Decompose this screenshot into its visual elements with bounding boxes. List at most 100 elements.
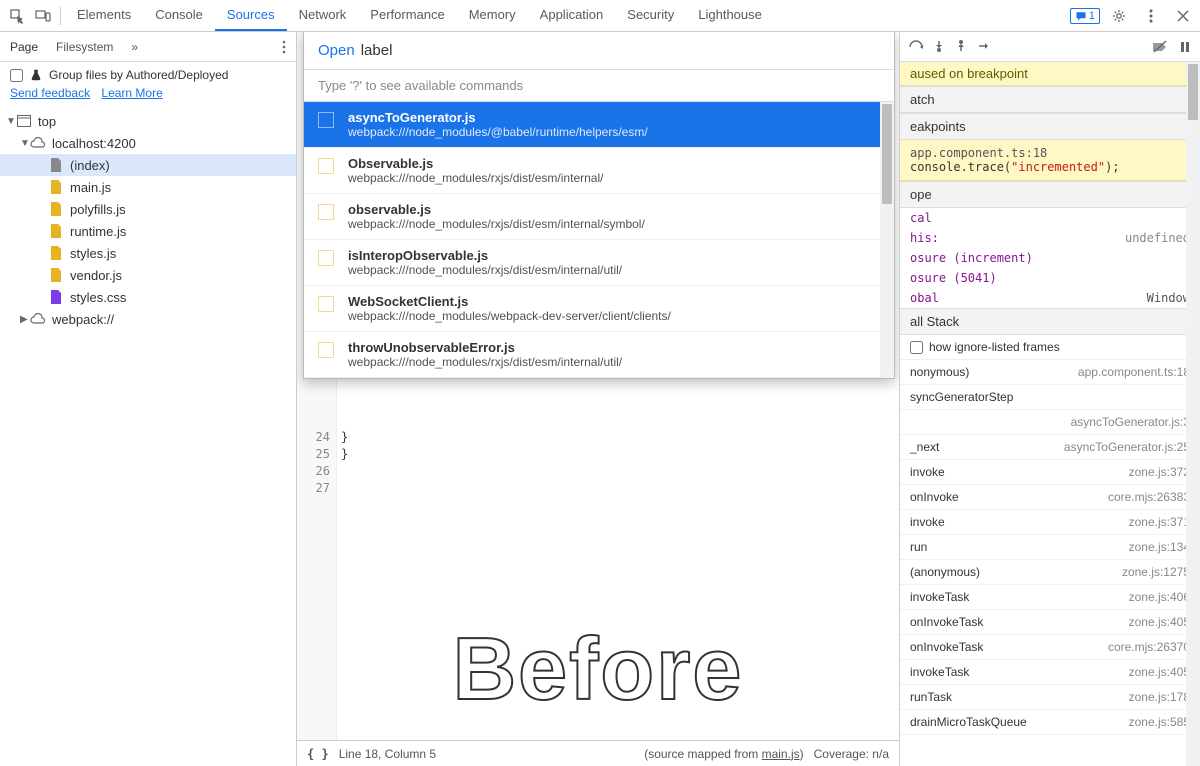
- tree-file[interactable]: polyfills.js: [0, 198, 296, 220]
- command-menu-scrollbar-thumb[interactable]: [882, 104, 892, 204]
- source-map-info: (source mapped from main.js): [644, 747, 803, 761]
- tab-security[interactable]: Security: [615, 0, 686, 31]
- pretty-print-button[interactable]: { }: [307, 747, 329, 761]
- tab-lighthouse[interactable]: Lighthouse: [686, 0, 774, 31]
- group-files-label: Group files by Authored/Deployed: [49, 68, 228, 82]
- pause-exceptions-icon[interactable]: [1178, 40, 1192, 54]
- learn-more-link[interactable]: Learn More: [101, 86, 162, 100]
- right-scrollbar-thumb[interactable]: [1188, 64, 1198, 120]
- stack-frame[interactable]: onInvokeTaskcore.mjs:26370: [900, 635, 1200, 660]
- inspect-element-icon[interactable]: [4, 3, 30, 29]
- messages-count: 1: [1089, 10, 1095, 22]
- file-icon: [48, 245, 64, 261]
- stack-frame[interactable]: invokezone.js:372: [900, 460, 1200, 485]
- tab-elements[interactable]: Elements: [65, 0, 143, 31]
- command-menu-input[interactable]: [361, 42, 880, 59]
- scope-section[interactable]: ope: [900, 181, 1200, 208]
- tree-file[interactable]: vendor.js: [0, 264, 296, 286]
- breakpoint-item[interactable]: app.component.ts:18 console.trace("incre…: [900, 140, 1200, 181]
- group-files-checkbox[interactable]: [10, 69, 23, 82]
- file-icon: [48, 289, 64, 305]
- stack-frame[interactable]: onInvokeTaskzone.js:405: [900, 610, 1200, 635]
- stack-frame[interactable]: runzone.js:134: [900, 535, 1200, 560]
- code-editor[interactable]: 24252627 }} Open Type '?' to see availab…: [297, 32, 899, 740]
- tree-file[interactable]: (index): [0, 154, 296, 176]
- tabs-container: ElementsConsoleSourcesNetworkPerformance…: [65, 0, 774, 31]
- navigator-pane: Page Filesystem » Group files by Authore…: [0, 32, 297, 766]
- more-icon[interactable]: [1138, 3, 1164, 29]
- send-feedback-link[interactable]: Send feedback: [10, 86, 90, 100]
- right-scrollbar[interactable]: [1186, 62, 1200, 766]
- command-menu-item[interactable]: observable.jswebpack:///node_modules/rxj…: [304, 194, 894, 240]
- command-menu-item[interactable]: asyncToGenerator.jswebpack:///node_modul…: [304, 102, 894, 148]
- stack-frame[interactable]: invokezone.js:371: [900, 510, 1200, 535]
- stack-frame[interactable]: onInvokecore.mjs:26383: [900, 485, 1200, 510]
- stack-frame[interactable]: _nextasyncToGenerator.js:25: [900, 435, 1200, 460]
- paused-banner: aused on breakpoint: [900, 62, 1200, 86]
- tab-sources[interactable]: Sources: [215, 0, 287, 31]
- command-menu-item[interactable]: isInteropObservable.jswebpack:///node_mo…: [304, 240, 894, 286]
- step-out-icon[interactable]: [976, 39, 990, 55]
- command-menu-item[interactable]: throwUnobservableError.jswebpack:///node…: [304, 332, 894, 378]
- file-icon: [318, 112, 334, 128]
- tree-file[interactable]: runtime.js: [0, 220, 296, 242]
- command-menu-prefix: Open: [318, 42, 355, 59]
- stack-frame[interactable]: drainMicroTaskQueuezone.js:585: [900, 710, 1200, 735]
- device-toggle-icon[interactable]: [30, 3, 56, 29]
- close-icon[interactable]: [1170, 3, 1196, 29]
- show-ignore-listed[interactable]: how ignore-listed frames: [900, 335, 1200, 360]
- stack-frame[interactable]: runTaskzone.js:178: [900, 685, 1200, 710]
- tab-filesystem[interactable]: Filesystem: [56, 34, 113, 60]
- deactivate-breakpoints-icon[interactable]: [1152, 40, 1168, 54]
- tab-console[interactable]: Console: [143, 0, 215, 31]
- stack-frame[interactable]: nonymous)app.component.ts:18: [900, 360, 1200, 385]
- tree-file[interactable]: styles.css: [0, 286, 296, 308]
- stack-frame[interactable]: asyncToGenerator.js:3: [900, 410, 1200, 435]
- stack-frame[interactable]: invokeTaskzone.js:405: [900, 660, 1200, 685]
- file-icon: [48, 157, 64, 173]
- stack-frame[interactable]: (anonymous)zone.js:1275: [900, 560, 1200, 585]
- command-menu-item[interactable]: Observable.jswebpack:///node_modules/rxj…: [304, 148, 894, 194]
- coverage-info: Coverage: n/a: [814, 747, 889, 761]
- navigator-more-icon[interactable]: [282, 40, 286, 54]
- tab-network[interactable]: Network: [287, 0, 359, 31]
- tab-performance[interactable]: Performance: [358, 0, 456, 31]
- scope-row[interactable]: his:undefined: [900, 228, 1200, 248]
- tab-application[interactable]: Application: [528, 0, 616, 31]
- messages-badge[interactable]: 1: [1070, 8, 1100, 24]
- watch-section[interactable]: atch: [900, 86, 1200, 113]
- editor-status-bar: { } Line 18, Column 5 (source mapped fro…: [297, 740, 899, 766]
- command-menu-scrollbar[interactable]: [880, 102, 894, 378]
- tree-webpack[interactable]: ▶webpack://: [0, 308, 296, 330]
- cloud-icon: [30, 311, 46, 327]
- command-menu-item[interactable]: WebSocketClient.jswebpack:///node_module…: [304, 286, 894, 332]
- devtools-tab-strip: ElementsConsoleSourcesNetworkPerformance…: [0, 0, 1200, 32]
- tree-file[interactable]: styles.js: [0, 242, 296, 264]
- step-into-icon[interactable]: [954, 39, 968, 55]
- tree-file[interactable]: main.js: [0, 176, 296, 198]
- scope-row[interactable]: osure (5041): [900, 268, 1200, 288]
- breakpoints-section[interactable]: eakpoints: [900, 113, 1200, 140]
- tree-top[interactable]: ▼top: [0, 110, 296, 132]
- scope-row[interactable]: osure (increment): [900, 248, 1200, 268]
- ignore-listed-checkbox[interactable]: [910, 341, 923, 354]
- scope-row[interactable]: obalWindow: [900, 288, 1200, 308]
- file-icon: [318, 296, 334, 312]
- file-icon: [48, 179, 64, 195]
- group-files-row: Group files by Authored/Deployed: [0, 62, 296, 86]
- stack-frame[interactable]: invokeTaskzone.js:406: [900, 585, 1200, 610]
- command-menu: Open Type '?' to see available commands …: [303, 32, 895, 379]
- scope-row[interactable]: cal: [900, 208, 1200, 228]
- settings-icon[interactable]: [1106, 3, 1132, 29]
- tree-host[interactable]: ▼localhost:4200: [0, 132, 296, 154]
- resume-icon[interactable]: [908, 39, 924, 55]
- callstack-section[interactable]: all Stack: [900, 308, 1200, 335]
- step-over-icon[interactable]: [932, 39, 946, 55]
- tab-more-icon[interactable]: »: [131, 34, 138, 60]
- tab-page[interactable]: Page: [10, 34, 38, 60]
- debugger-toolbar: [900, 32, 1200, 62]
- tab-memory[interactable]: Memory: [457, 0, 528, 31]
- frame-icon: [16, 113, 32, 129]
- command-menu-list[interactable]: asyncToGenerator.jswebpack:///node_modul…: [304, 102, 894, 378]
- stack-frame[interactable]: syncGeneratorStep: [900, 385, 1200, 410]
